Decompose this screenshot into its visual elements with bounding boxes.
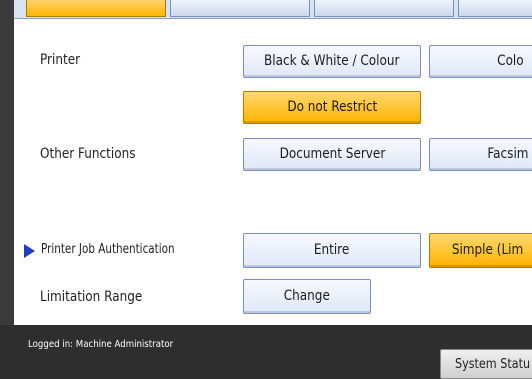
black-white-colour-button[interactable]: Black & White / Colour: [243, 45, 421, 78]
top-tab-3[interactable]: [314, 0, 454, 17]
change-button-label: Change: [283, 288, 331, 304]
colour-button[interactable]: Colo: [429, 45, 532, 78]
black-white-colour-button-label: Black & White / Colour: [264, 53, 400, 69]
top-tab-4[interactable]: [458, 0, 532, 17]
entire-button-label: Entire: [314, 242, 350, 258]
colour-button-label: Colo: [496, 53, 524, 69]
change-button[interactable]: Change: [243, 279, 371, 314]
system-status-button[interactable]: System Statu: [440, 349, 532, 379]
simple-limitation-button[interactable]: Simple (Lim: [429, 233, 532, 268]
document-server-button[interactable]: Document Server: [243, 138, 421, 171]
do-not-restrict-button[interactable]: Do not Restrict: [243, 91, 421, 124]
system-status-button-label: System Statu: [455, 357, 531, 372]
current-item-arrow-icon: [24, 244, 35, 258]
document-server-button-label: Document Server: [279, 146, 385, 162]
simple-limitation-button-label: Simple (Lim: [451, 242, 524, 258]
other-functions-label: Other Functions: [40, 146, 136, 162]
do-not-restrict-button-label: Do not Restrict: [287, 99, 377, 115]
entire-button[interactable]: Entire: [243, 233, 421, 268]
printer-label: Printer: [40, 52, 81, 68]
top-tab-2[interactable]: [170, 0, 310, 17]
printer-job-authentication-label: Printer Job Authentication: [41, 242, 175, 257]
login-status: Logged in: Machine Administrator: [28, 339, 174, 350]
facsimile-button[interactable]: Facsim: [429, 138, 532, 171]
limitation-range-label: Limitation Range: [40, 289, 143, 305]
top-tab-bar: [14, 0, 532, 19]
settings-panel: Printer Black & White / Colour Colo Do n…: [14, 0, 532, 325]
facsimile-button-label: Facsim: [487, 146, 529, 162]
top-tab-1[interactable]: [26, 0, 166, 17]
